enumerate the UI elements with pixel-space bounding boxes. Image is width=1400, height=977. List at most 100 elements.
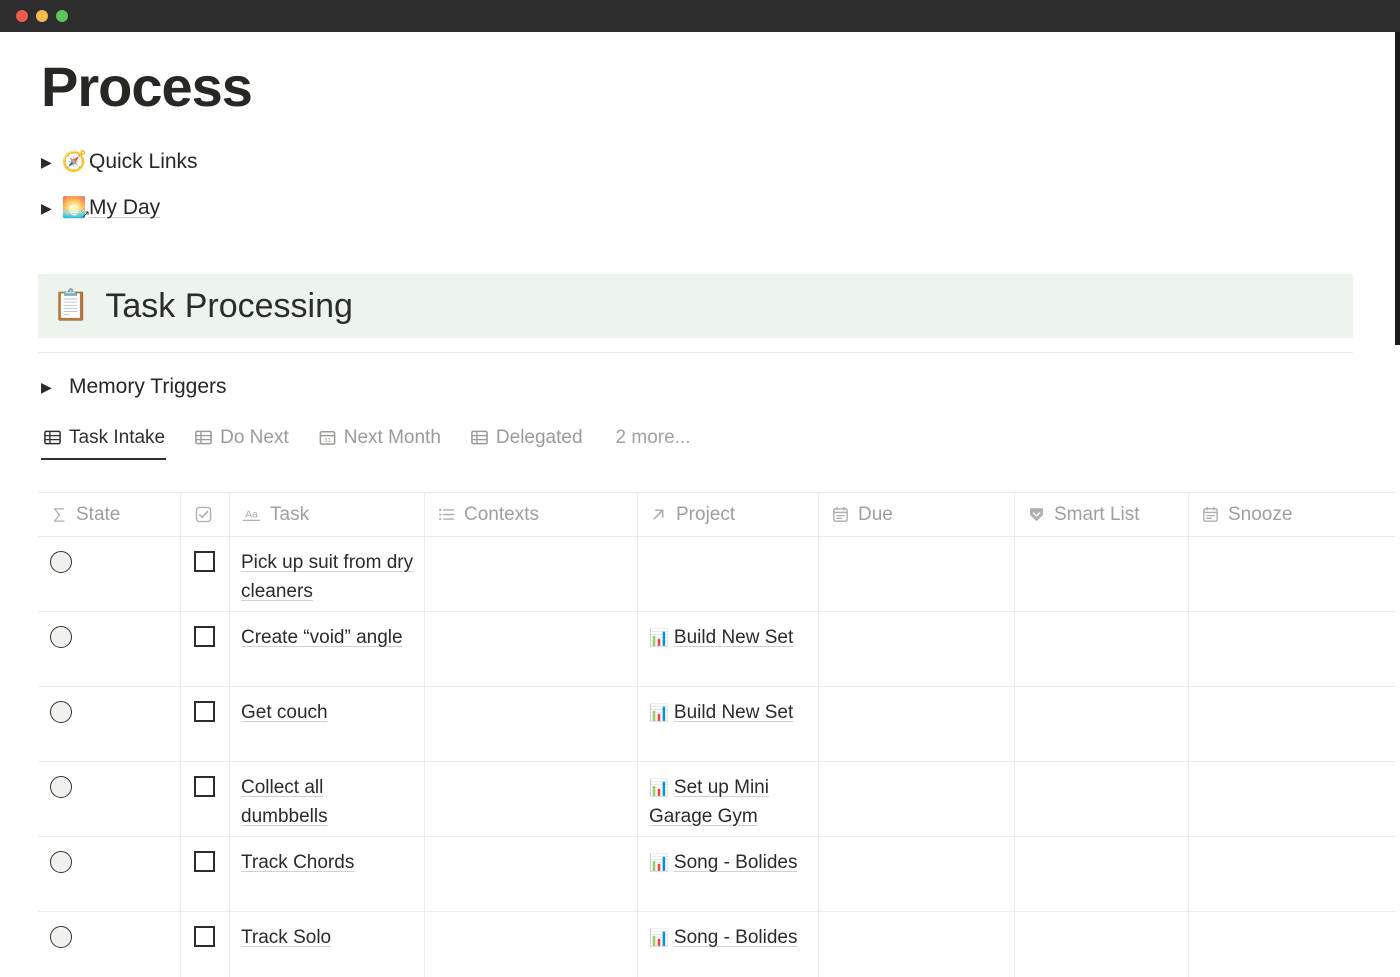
cell-snooze[interactable] xyxy=(1189,837,1395,911)
cell-state[interactable] xyxy=(38,762,181,836)
cell-project[interactable]: 📊 Build New Set xyxy=(638,612,819,686)
state-circle-icon[interactable] xyxy=(50,776,72,798)
cell-due[interactable] xyxy=(819,687,1015,761)
table-row[interactable]: Get couch 📊 Build New Set xyxy=(38,687,1395,762)
tab-next-month[interactable]: 31 Next Month xyxy=(316,424,454,460)
cell-snooze[interactable] xyxy=(1189,687,1395,761)
chevron-right-icon[interactable]: ▶ xyxy=(41,155,59,169)
task-checkbox[interactable] xyxy=(194,776,215,797)
cell-task[interactable]: Collect all dumbbells xyxy=(230,762,425,836)
cell-state[interactable] xyxy=(38,912,181,977)
project-relation[interactable]: 📊 Song - Bolides xyxy=(649,852,798,873)
column-header-smart-list[interactable]: Smart List xyxy=(1015,493,1189,536)
cell-smart-list[interactable] xyxy=(1015,762,1189,836)
table-row[interactable]: Pick up suit from dry cleaners xyxy=(38,537,1395,612)
close-button[interactable] xyxy=(16,10,28,22)
cell-state[interactable] xyxy=(38,537,181,611)
cell-contexts[interactable] xyxy=(425,612,638,686)
task-checkbox[interactable] xyxy=(194,551,215,572)
cell-task[interactable]: Pick up suit from dry cleaners xyxy=(230,537,425,611)
task-checkbox[interactable] xyxy=(194,626,215,647)
table-row[interactable]: Collect all dumbbells 📊 Set up Mini Garage… xyxy=(38,762,1395,837)
cell-smart-list[interactable] xyxy=(1015,912,1189,977)
column-header-checkbox[interactable] xyxy=(181,493,230,536)
cell-project[interactable]: 📊 Song - Bolides xyxy=(638,912,819,977)
column-header-project[interactable]: Project xyxy=(638,493,819,536)
project-relation[interactable]: 📊 Song - Bolides xyxy=(649,927,798,948)
tabs-more-button[interactable]: 2 more... xyxy=(616,424,691,460)
cell-project[interactable]: 📊 Song - Bolides xyxy=(638,837,819,911)
task-title-link[interactable]: Create “void” angle xyxy=(241,627,403,648)
task-title-link[interactable]: Collect all dumbbells xyxy=(241,777,328,827)
project-link[interactable]: Build New Set xyxy=(674,702,793,723)
task-title-link[interactable]: Get couch xyxy=(241,702,328,723)
cell-state[interactable] xyxy=(38,687,181,761)
tab-do-next[interactable]: Do Next xyxy=(192,424,302,460)
cell-snooze[interactable] xyxy=(1189,537,1395,611)
table-row[interactable]: Create “void” angle 📊 Build New Set xyxy=(38,612,1395,687)
cell-snooze[interactable] xyxy=(1189,612,1395,686)
column-header-snooze[interactable]: Snooze xyxy=(1189,493,1395,536)
toggle-memory-triggers[interactable]: ▶ Memory Triggers xyxy=(41,372,227,402)
toggle-my-day[interactable]: ▶ 🌅 ↗ My Day xyxy=(41,193,160,223)
project-relation[interactable]: 📊 Build New Set xyxy=(649,627,793,648)
cell-smart-list[interactable] xyxy=(1015,537,1189,611)
cell-checkbox[interactable] xyxy=(181,762,230,836)
cell-contexts[interactable] xyxy=(425,537,638,611)
state-circle-icon[interactable] xyxy=(50,701,72,723)
cell-due[interactable] xyxy=(819,837,1015,911)
cell-task[interactable]: Track Chords xyxy=(230,837,425,911)
project-link[interactable]: Song - Bolides xyxy=(674,852,798,873)
cell-contexts[interactable] xyxy=(425,837,638,911)
state-circle-icon[interactable] xyxy=(50,626,72,648)
cell-snooze[interactable] xyxy=(1189,912,1395,977)
minimize-button[interactable] xyxy=(36,10,48,22)
cell-checkbox[interactable] xyxy=(181,912,230,977)
cell-due[interactable] xyxy=(819,612,1015,686)
toggle-label-my-day[interactable]: My Day xyxy=(89,195,160,220)
cell-smart-list[interactable] xyxy=(1015,687,1189,761)
cell-contexts[interactable] xyxy=(425,687,638,761)
task-checkbox[interactable] xyxy=(194,701,215,722)
table-row[interactable]: Track Chords 📊 Song - Bolides xyxy=(38,837,1395,912)
state-circle-icon[interactable] xyxy=(50,551,72,573)
cell-task[interactable]: Track Solo xyxy=(230,912,425,977)
cell-state[interactable] xyxy=(38,837,181,911)
column-header-contexts[interactable]: Contexts xyxy=(425,493,638,536)
cell-due[interactable] xyxy=(819,762,1015,836)
cell-checkbox[interactable] xyxy=(181,687,230,761)
chevron-right-icon[interactable]: ▶ xyxy=(41,380,59,394)
tab-task-intake[interactable]: Task Intake xyxy=(41,424,178,460)
task-title-link[interactable]: Track Chords xyxy=(241,852,354,873)
cell-smart-list[interactable] xyxy=(1015,837,1189,911)
state-circle-icon[interactable] xyxy=(50,851,72,873)
task-checkbox[interactable] xyxy=(194,926,215,947)
cell-checkbox[interactable] xyxy=(181,537,230,611)
maximize-button[interactable] xyxy=(56,10,68,22)
task-title-link[interactable]: Track Solo xyxy=(241,927,331,948)
cell-state[interactable] xyxy=(38,612,181,686)
cell-task[interactable]: Get couch xyxy=(230,687,425,761)
project-relation[interactable]: 📊 Set up Mini Garage Gym xyxy=(649,777,769,827)
project-relation[interactable]: 📊 Build New Set xyxy=(649,702,793,723)
cell-checkbox[interactable] xyxy=(181,837,230,911)
tab-delegated[interactable]: Delegated xyxy=(468,424,596,460)
cell-contexts[interactable] xyxy=(425,762,638,836)
state-circle-icon[interactable] xyxy=(50,926,72,948)
cell-snooze[interactable] xyxy=(1189,762,1395,836)
column-header-due[interactable]: Due xyxy=(819,493,1015,536)
column-header-task[interactable]: Aa Task xyxy=(230,493,425,536)
cell-contexts[interactable] xyxy=(425,912,638,977)
toggle-quick-links[interactable]: ▶ 🧭 Quick Links xyxy=(41,147,198,177)
cell-due[interactable] xyxy=(819,912,1015,977)
task-title-link[interactable]: Pick up suit from dry cleaners xyxy=(241,552,413,602)
table-row[interactable]: Track Solo 📊 Song - Bolides xyxy=(38,912,1395,977)
cell-project[interactable]: 📊 Build New Set xyxy=(638,687,819,761)
task-checkbox[interactable] xyxy=(194,851,215,872)
cell-due[interactable] xyxy=(819,537,1015,611)
cell-task[interactable]: Create “void” angle xyxy=(230,612,425,686)
project-link[interactable]: Build New Set xyxy=(674,627,793,648)
column-header-state[interactable]: State xyxy=(38,493,181,536)
cell-project[interactable] xyxy=(638,537,819,611)
chevron-right-icon[interactable]: ▶ xyxy=(41,201,59,215)
